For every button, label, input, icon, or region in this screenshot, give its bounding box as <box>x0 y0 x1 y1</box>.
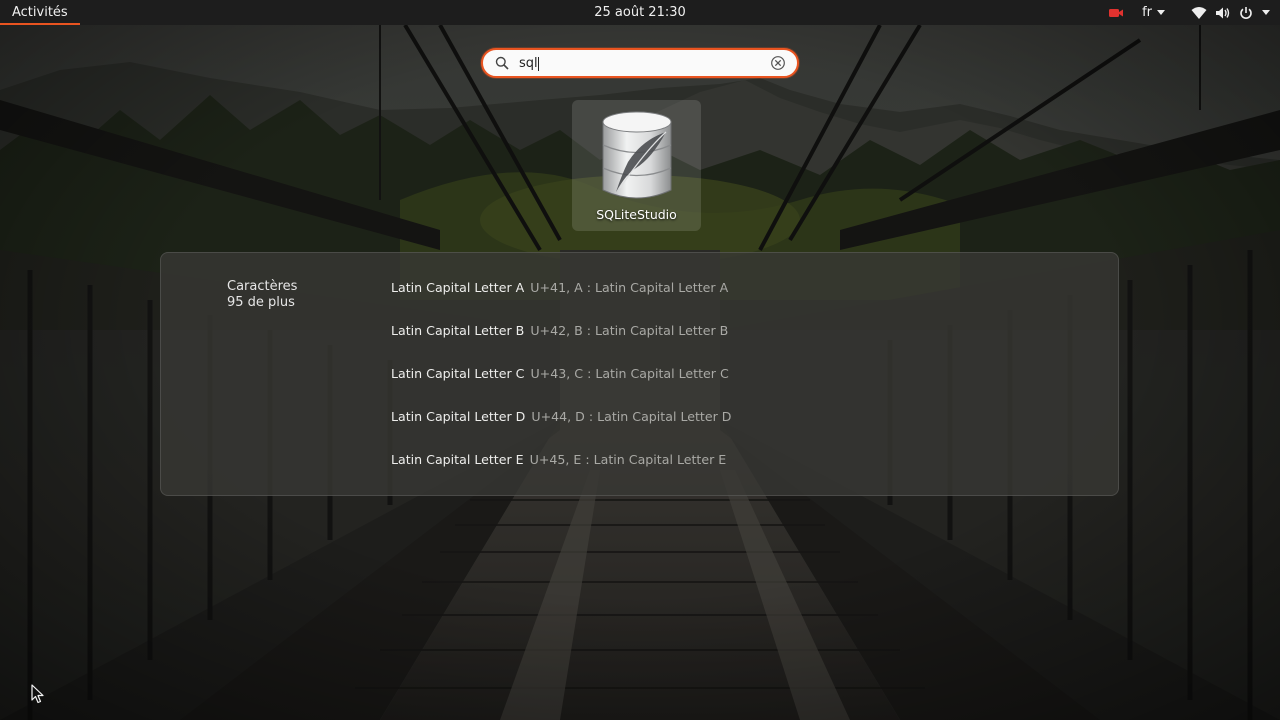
system-menu[interactable] <box>1191 0 1270 25</box>
result-title: Latin Capital Letter D <box>391 409 526 424</box>
mouse-pointer-icon <box>31 684 44 704</box>
result-description: U+45, E : Latin Capital Letter E <box>529 452 727 467</box>
search-input[interactable] <box>519 53 759 73</box>
camera-recording-icon <box>1109 8 1124 17</box>
result-description: U+43, C : Latin Capital Letter C <box>530 366 729 381</box>
search-icon <box>495 56 509 70</box>
top-bar: Activités 25 août 21:30 fr <box>0 0 1280 25</box>
search-provider-panel: Caractères 95 de plus Latin Capital Lett… <box>160 252 1119 496</box>
list-item[interactable]: Latin Capital Letter C U+43, C : Latin Ca… <box>391 363 729 385</box>
provider-characters[interactable]: Caractères 95 de plus <box>227 279 297 311</box>
list-item[interactable]: Latin Capital Letter A U+41, A : Latin Ca… <box>391 277 728 299</box>
chevron-down-icon <box>1157 10 1165 15</box>
result-title: Latin Capital Letter B <box>391 323 525 338</box>
provider-name: Caractères <box>227 279 298 294</box>
keyboard-layout-label: fr <box>1142 5 1152 20</box>
list-item[interactable]: Latin Capital Letter D U+44, D : Latin Ca… <box>391 406 732 428</box>
list-item[interactable]: Latin Capital Letter B U+42, B : Latin Ca… <box>391 320 728 342</box>
clock-button[interactable]: 25 août 21:30 <box>594 5 686 20</box>
power-icon <box>1240 6 1252 19</box>
app-result-sqlitestudio[interactable]: SQLiteStudio <box>572 100 701 231</box>
wifi-icon <box>1191 6 1207 19</box>
text-caret <box>538 57 539 71</box>
sqlitestudio-icon <box>602 111 672 199</box>
provider-more-count: 95 de plus <box>227 295 295 310</box>
volume-icon <box>1216 7 1230 18</box>
system-tray: fr <box>1108 0 1280 25</box>
chevron-down-icon <box>1262 10 1270 15</box>
result-title: Latin Capital Letter E <box>391 452 524 467</box>
clock-area: 25 août 21:30 <box>0 0 1280 25</box>
activities-button[interactable]: Activités <box>0 0 80 25</box>
screen-recording-indicator[interactable] <box>1108 0 1124 25</box>
result-title: Latin Capital Letter A <box>391 280 525 295</box>
clear-search-icon[interactable] <box>770 55 786 71</box>
result-description: U+41, A : Latin Capital Letter A <box>530 280 729 295</box>
app-result-label: SQLiteStudio <box>596 207 677 222</box>
result-description: U+44, D : Latin Capital Letter D <box>531 409 732 424</box>
keyboard-layout-menu[interactable]: fr <box>1142 0 1165 25</box>
search-entry[interactable] <box>481 48 799 78</box>
result-title: Latin Capital Letter C <box>391 366 525 381</box>
list-item[interactable]: Latin Capital Letter E U+45, E : Latin Ca… <box>391 449 726 471</box>
result-description: U+42, B : Latin Capital Letter B <box>530 323 729 338</box>
